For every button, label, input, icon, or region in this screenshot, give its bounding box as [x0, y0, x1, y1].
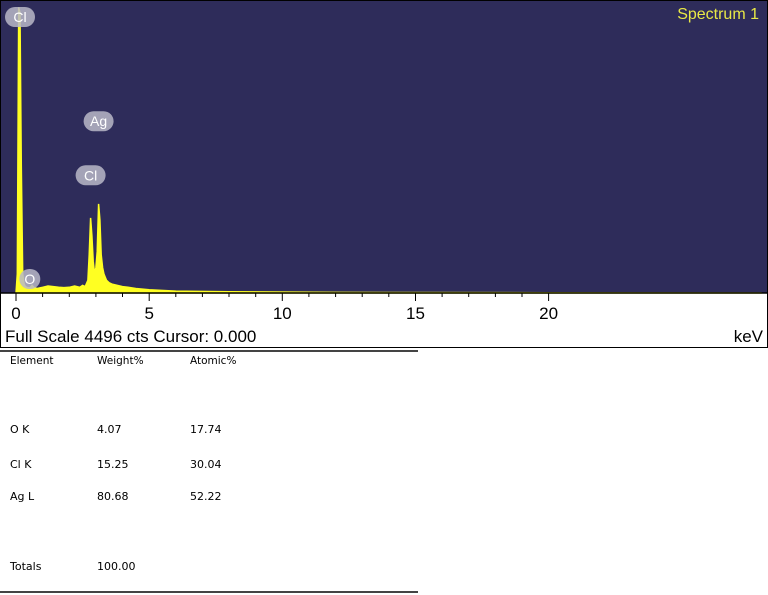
table-top-rule	[0, 350, 418, 352]
chart-title: Spectrum 1	[677, 6, 759, 23]
peak-label-cl-0: Cl	[5, 7, 35, 27]
peak-label-ag-3: Ag	[83, 111, 114, 132]
row-o-element: O K	[10, 423, 30, 436]
spectrum-panel: Spectrum 1 Cl O Cl Ag 0 5 10 15 20 Full Scale 4…	[0, 0, 768, 348]
row-cl-weight: 15.25	[97, 458, 129, 471]
peak-label-cl-2: Cl	[75, 165, 106, 186]
plot-background	[1, 1, 767, 293]
totals-weight: 100.00	[97, 560, 136, 573]
row-ag-element: Ag L	[10, 490, 35, 503]
row-o-weight: 4.07	[97, 423, 122, 436]
x-tick-label: 0	[11, 304, 20, 323]
row-cl-atomic: 30.04	[190, 458, 222, 471]
row-ag-atomic: 52.22	[190, 490, 222, 503]
row-cl-element: Cl K	[10, 458, 32, 471]
totals-label: Totals	[10, 560, 42, 573]
quant-results-table: Element Weight% Atomic% O K 4.07 17.74 C…	[0, 349, 420, 595]
row-o-atomic: 17.74	[190, 423, 222, 436]
header-weight: Weight%	[97, 355, 144, 367]
header-element: Element	[10, 355, 54, 367]
x-tick-label: 10	[273, 304, 292, 323]
peak-label-text: Cl	[13, 9, 26, 25]
x-tick-layer: 0 5 10 15 20	[11, 293, 558, 323]
x-unit-label: keV	[733, 327, 763, 346]
x-tick-label: 15	[406, 304, 425, 323]
peak-label-text: Cl	[84, 167, 97, 183]
row-ag-weight: 80.68	[97, 490, 129, 503]
header-atomic: Atomic%	[190, 355, 237, 367]
spectrum-chart[interactable]: Spectrum 1 Cl O Cl Ag 0 5 10 15 20	[1, 1, 767, 347]
peak-label-text: Ag	[90, 113, 107, 129]
peak-label-o-1: O	[19, 269, 41, 289]
full-scale-readout: Full Scale 4496 cts Cursor: 0.000	[5, 327, 257, 346]
x-tick-label: 5	[144, 304, 153, 323]
table-bottom-rule	[0, 591, 418, 593]
peak-label-text: O	[24, 271, 35, 287]
x-tick-label: 20	[539, 304, 558, 323]
